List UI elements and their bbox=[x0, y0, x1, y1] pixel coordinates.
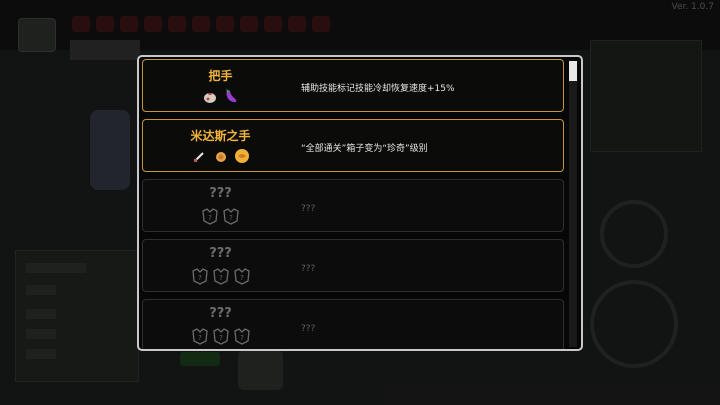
set-entry[interactable]: ??? ? ? ? ??? bbox=[142, 239, 564, 292]
svg-text:?: ? bbox=[219, 334, 223, 342]
set-items: ? ? ? bbox=[143, 267, 298, 285]
svg-text:?: ? bbox=[198, 334, 202, 342]
locked-item-icon: ? bbox=[212, 268, 229, 285]
scroll-thumb[interactable] bbox=[569, 61, 577, 81]
sack-icon bbox=[204, 93, 216, 103]
svg-text:?: ? bbox=[208, 214, 212, 222]
set-description: 辅助技能标记技能冷却恢复速度+15% bbox=[301, 84, 455, 94]
set-bonus-list: 把手 辅助技能标记技能冷却恢复速度+15% 米达斯之手 “全部通关”箱子变为“珍… bbox=[139, 57, 569, 349]
locked-item-icon: ? bbox=[233, 268, 250, 285]
set-entry[interactable]: ??? ? ? ??? bbox=[142, 179, 564, 232]
set-items bbox=[143, 147, 298, 165]
set-description: “全部通关”箱子变为“珍奇”级别 bbox=[301, 144, 428, 154]
svg-text:?: ? bbox=[240, 334, 244, 342]
set-name: ??? bbox=[209, 246, 232, 261]
locked-item-icon: ? bbox=[191, 328, 208, 345]
locked-item-icon: ? bbox=[202, 208, 218, 225]
locked-item-icon: ? bbox=[223, 208, 239, 225]
set-description: ??? bbox=[301, 264, 316, 274]
scrollbar[interactable] bbox=[569, 61, 577, 347]
set-items bbox=[143, 87, 298, 105]
gold-orb-icon bbox=[234, 149, 249, 163]
svg-text:?: ? bbox=[219, 274, 223, 282]
set-items: ? ? ? bbox=[143, 327, 298, 345]
set-entry[interactable]: 把手 辅助技能标记技能冷却恢复速度+15% bbox=[142, 59, 564, 112]
set-description: ??? bbox=[301, 324, 316, 334]
set-name: 把手 bbox=[208, 69, 233, 83]
sword-icon bbox=[193, 152, 204, 162]
set-entry[interactable]: ??? ? ? ? ??? bbox=[142, 299, 564, 349]
locked-item-icon: ? bbox=[233, 328, 250, 345]
locked-item-icon: ? bbox=[212, 328, 229, 345]
set-items: ? ? bbox=[143, 207, 298, 225]
svg-text:?: ? bbox=[240, 274, 244, 282]
set-name: 米达斯之手 bbox=[190, 129, 251, 143]
coin-icon bbox=[215, 152, 226, 162]
set-description: ??? bbox=[301, 204, 316, 214]
locked-item-icon: ? bbox=[191, 268, 208, 285]
eggplant-icon bbox=[226, 89, 237, 103]
set-name: ??? bbox=[209, 186, 232, 201]
set-name: ??? bbox=[209, 306, 232, 321]
svg-text:?: ? bbox=[198, 274, 202, 282]
svg-text:?: ? bbox=[229, 214, 233, 222]
set-bonus-dialog: 把手 辅助技能标记技能冷却恢复速度+15% 米达斯之手 “全部通关”箱子变为“珍… bbox=[137, 55, 583, 351]
set-entry[interactable]: 米达斯之手 “全部通关”箱子变为“珍奇”级别 bbox=[142, 119, 564, 172]
